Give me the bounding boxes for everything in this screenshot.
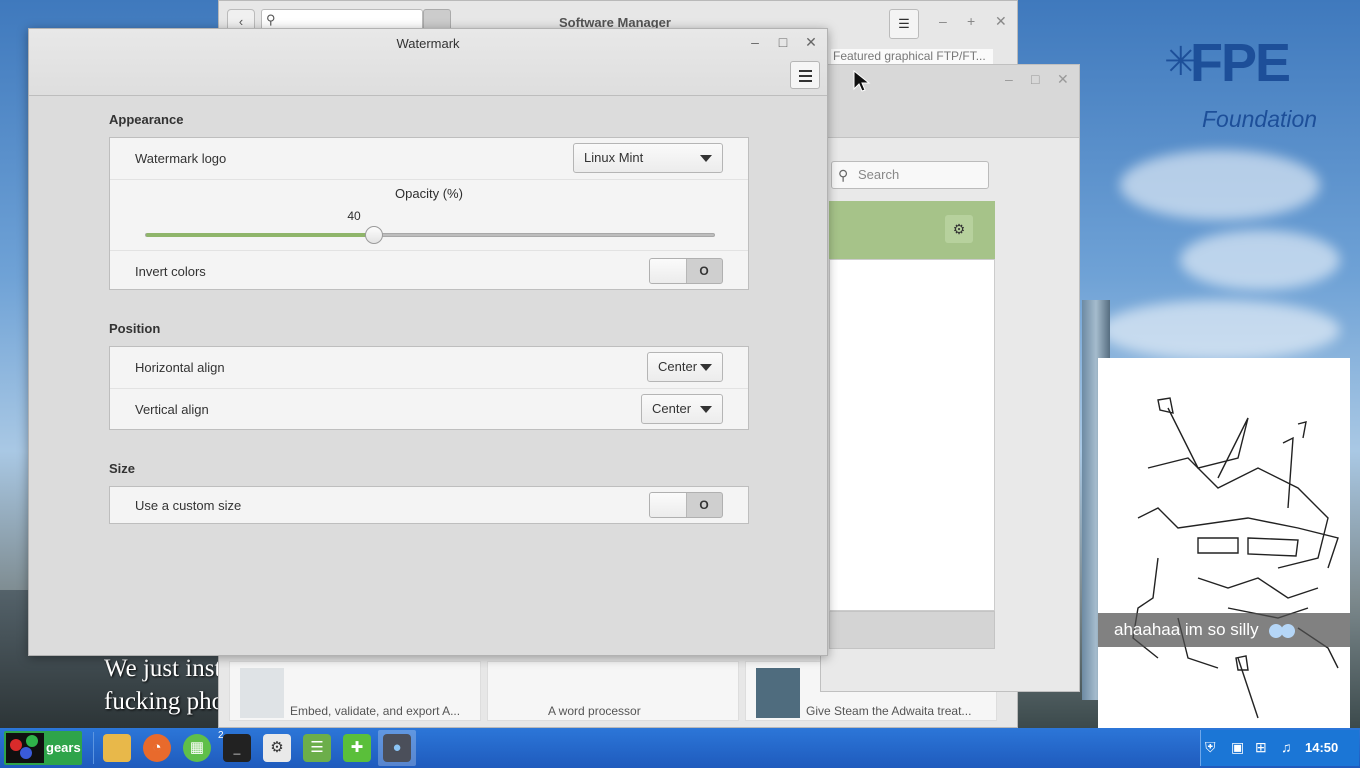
system-tray: ⛨ ▣ ⊞ ♫ 14:50 [1200,730,1359,766]
chevron-down-icon [700,155,712,162]
position-panel: Horizontal align Center Vertical align C… [109,346,749,430]
maximize-button[interactable]: □ [775,34,791,50]
vertical-align-select[interactable]: Center [641,394,723,424]
firefox-icon[interactable]: ◔ [143,734,171,762]
select-value: Linux Mint [584,150,644,165]
cloud [1100,300,1340,360]
app-thumbnail [498,668,542,718]
horizontal-align-select[interactable]: Center [647,352,723,382]
maximize-button[interactable]: □ [1031,71,1039,87]
close-button[interactable]: ✕ [1057,71,1069,88]
search-input[interactable]: ⚲ Search [831,161,989,189]
minimize-button[interactable]: – [1005,71,1013,87]
toolbar [829,611,995,649]
maximize-button[interactable]: + [967,13,975,29]
vertical-align-label: Vertical align [135,402,209,417]
window-title: Watermark [396,36,460,51]
shield-icon[interactable]: ⛨ [1205,739,1216,756]
divider [110,250,748,251]
watermark-drop-icon[interactable]: ● [383,734,411,762]
app-thumbnail [756,668,800,718]
switch-knob [650,259,687,283]
caption-text: ahaahaa im so silly [1114,620,1259,639]
slider-fill [146,233,374,237]
app-card[interactable]: A word processor [487,661,739,721]
search-icon: ⚲ [838,167,849,183]
network-icon[interactable]: ⊞ [1255,739,1267,756]
section-heading-position: Position [109,321,161,336]
menu-line [799,70,812,72]
menu-button[interactable]: ☰ [889,9,919,39]
slider-handle[interactable] [365,226,383,244]
app-description: A word processor [548,704,641,718]
toggles-icon[interactable]: ☰ [303,734,331,762]
green-gear-icon [26,735,38,747]
select-value: Center [652,401,692,416]
divider [93,732,94,764]
cloud [1120,150,1320,220]
hamburger-menu-button[interactable] [790,61,820,89]
menu-line [799,80,812,82]
doodle-image [1098,358,1350,728]
divider [110,388,748,389]
menu-line [799,75,812,77]
horizontal-align-label: Horizontal align [135,360,225,375]
terminal-icon[interactable]: _ [223,734,251,762]
opacity-slider[interactable] [145,226,715,244]
chevron-down-icon [700,364,712,371]
custom-size-label: Use a custom size [135,498,242,513]
invert-colors-label: Invert colors [135,264,206,279]
search-icon: ⚲ [266,12,276,27]
section-heading-size: Size [109,461,136,476]
video-caption: ahaahaa im so silly [1098,613,1350,647]
mouse-cursor-icon [853,70,871,92]
search-placeholder: Search [858,167,900,182]
switch-off-label: O [699,264,709,278]
minimize-button[interactable]: – [939,13,947,29]
clipboard-icon[interactable]: ▣ [1231,739,1244,756]
app-thumbnail [240,668,284,718]
watermark-logo-select[interactable]: Linux Mint [573,143,723,173]
invert-colors-switch[interactable]: O [649,258,723,284]
taskbar: gears ◔ ▦ 2 _ ⚙ ☰ ✚ ● ⛨ ▣ ⊞ ♫ 14:50 [0,728,1360,768]
cloud [1180,230,1340,290]
divider [110,179,748,180]
fpe-logo-text: FPE [1190,33,1291,93]
close-button[interactable]: ✕ [995,13,1007,30]
appearance-panel: Watermark logo Linux Mint Opacity (%) 40… [109,137,749,290]
chevron-down-icon [700,406,712,413]
eyes-emoji-icon [1266,622,1297,639]
app-card[interactable]: Embed, validate, and export A... [229,661,481,721]
gear-icon[interactable]: ⚙ [945,215,973,243]
start-label: gears [46,740,81,755]
app-description: Give Steam the Adwaita treat... [806,704,972,718]
minimize-button[interactable]: – [747,34,763,50]
custom-size-switch[interactable]: O [649,492,723,518]
app-description: Embed, validate, and export A... [290,704,461,718]
gears-logo-icon [6,733,44,763]
extensions-puzzle-icon[interactable]: ✚ [343,734,371,762]
blue-gear-icon [20,747,32,759]
watermark-window[interactable]: Watermark – □ ✕ Appearance Watermark log… [28,28,828,656]
close-button[interactable]: ✕ [803,34,819,51]
music-icon[interactable]: ♫ [1281,739,1292,755]
title-bar: Watermark – □ ✕ [29,29,827,96]
list-area [829,259,995,611]
section-heading-appearance: Appearance [109,112,184,127]
folder-icon[interactable] [103,734,131,762]
size-panel: Use a custom size O [109,486,749,524]
spreadsheet-icon[interactable]: ▦ [183,734,211,762]
fpe-logo-subtext: Foundation [1202,106,1318,132]
watermark-logo-label: Watermark logo [135,151,227,166]
secondary-window[interactable]: – □ ✕ ⚲ Search ⚙ [820,64,1080,692]
switch-off-label: O [699,498,709,512]
selected-row[interactable]: ⚙ [829,201,995,259]
opacity-label: Opacity (%) [395,186,463,201]
switch-knob [650,493,687,517]
opacity-value: 40 [347,209,361,223]
clock[interactable]: 14:50 [1305,740,1338,755]
start-menu-button[interactable]: gears [4,731,82,765]
select-value: Center [658,359,698,374]
settings-gear-icon[interactable]: ⚙ [263,734,291,762]
